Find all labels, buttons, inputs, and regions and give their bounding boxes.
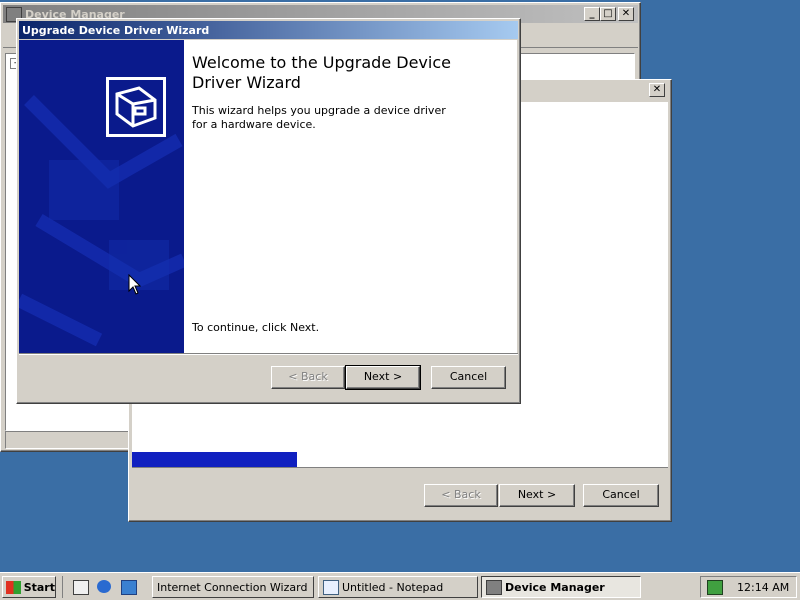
computer-icon	[486, 579, 502, 595]
upgrade-wizard-title: Upgrade Device Driver Wizard	[22, 23, 210, 37]
task-notepad[interactable]: Untitled - Notepad	[318, 576, 478, 598]
wizard-continue-text: To continue, click Next.	[192, 321, 320, 334]
background-close-button[interactable]: ✕	[649, 83, 665, 97]
close-button[interactable]: ✕	[618, 7, 634, 21]
notepad-icon	[323, 579, 339, 595]
background-cancel-button[interactable]: Cancel	[583, 484, 659, 507]
wizard-description: This wizard helps you upgrade a device d…	[192, 104, 446, 131]
show-desktop-icon[interactable]	[73, 580, 89, 595]
back-button[interactable]: < Back	[271, 366, 345, 389]
quick-launch	[62, 576, 145, 598]
mouse-cursor-icon	[128, 274, 142, 295]
clock[interactable]: 12:14 AM	[737, 581, 789, 594]
start-label: Start	[23, 580, 55, 594]
minimize-button[interactable]: _	[584, 7, 600, 21]
wizard-content: Welcome to the Upgrade Device Driver Wiz…	[184, 40, 517, 353]
upgrade-wizard-titlebar[interactable]: Upgrade Device Driver Wizard	[19, 21, 518, 39]
wizard-side-banner	[19, 40, 184, 353]
task-internet-connection-wizard[interactable]: Internet Connection Wizard	[152, 576, 314, 598]
task-label: Device Manager	[505, 580, 605, 594]
task-label: Untitled - Notepad	[342, 580, 444, 594]
network-tray-icon[interactable]	[707, 580, 723, 595]
windows-logo-icon	[6, 580, 21, 594]
cancel-button[interactable]: Cancel	[431, 366, 506, 389]
taskbar: Start Internet Connection Wizard Untitle…	[0, 572, 800, 600]
upgrade-wizard-window: Upgrade Device Driver Wizard Welcome to …	[16, 18, 521, 404]
maximize-button[interactable]: □	[600, 7, 616, 21]
system-tray: 12:14 AM	[700, 576, 797, 598]
background-back-button[interactable]: < Back	[424, 484, 498, 507]
wizard-divider	[19, 353, 518, 355]
next-button[interactable]: Next >	[345, 365, 421, 390]
outlook-express-icon[interactable]	[121, 580, 137, 595]
hardware-icon	[106, 77, 166, 137]
background-next-button[interactable]: Next >	[499, 484, 575, 507]
task-device-manager[interactable]: Device Manager	[481, 576, 641, 598]
background-wizard-banner	[132, 452, 297, 467]
internet-explorer-icon[interactable]	[97, 580, 111, 593]
task-label: Internet Connection Wizard	[157, 580, 308, 594]
wizard-heading: Welcome to the Upgrade Device Driver Wiz…	[192, 53, 451, 92]
start-button[interactable]: Start	[2, 576, 56, 598]
